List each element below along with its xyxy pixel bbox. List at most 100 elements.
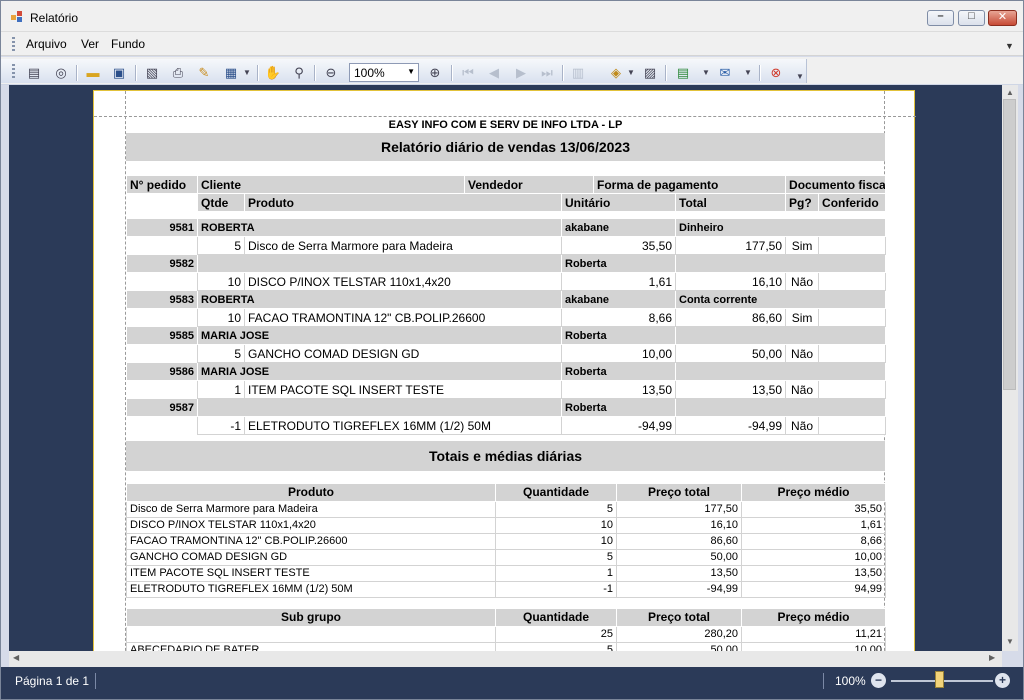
- cell-produto: ELETRODUTO TIGREFLEX 16MM (1/2) 50M: [126, 581, 496, 598]
- products-totals-table: Produto Quantidade Preço total Preço méd…: [126, 483, 886, 598]
- toolbar-overflow-icon[interactable]: ▼: [791, 68, 809, 86]
- export-icon[interactable]: ▤: [674, 64, 692, 82]
- save-icon[interactable]: ▣: [110, 64, 128, 82]
- maximize-button[interactable]: □: [958, 10, 985, 26]
- cell-sub-grupo: [126, 626, 496, 643]
- zoom-select[interactable]: 100% ▼: [349, 63, 419, 82]
- zoom-value: 100%: [354, 66, 385, 80]
- item-qty: 10: [197, 272, 245, 291]
- zoom-in-icon[interactable]: ⊕: [426, 64, 444, 82]
- orders-header-row-1: N° pedido Cliente Vendedor Forma de paga…: [126, 175, 887, 194]
- order-row: 9587 Roberta: [126, 398, 887, 417]
- scroll-down-icon[interactable]: ▼: [1006, 637, 1014, 646]
- menu-arquivo[interactable]: Arquivo: [26, 37, 67, 51]
- vertical-scrollbar[interactable]: ▲ ▼: [1002, 85, 1018, 651]
- header-quantidade: Quantidade: [495, 483, 617, 502]
- next-page-icon[interactable]: ▶: [512, 64, 530, 82]
- open-folder-icon[interactable]: ▬: [84, 64, 102, 82]
- toolbar-separator: [562, 65, 563, 81]
- email-dropdown-icon[interactable]: ▼: [739, 64, 757, 82]
- header-forma-pagamento: Forma de pagamento: [593, 175, 787, 194]
- close-preview-icon[interactable]: ⊗: [767, 64, 785, 82]
- cell-preco-total: 86,60: [616, 533, 742, 550]
- toolbar-separator: [665, 65, 666, 81]
- magnifier-icon[interactable]: ⚲: [290, 64, 308, 82]
- header-sub-grupo: Sub grupo: [126, 608, 496, 627]
- item-checked: [818, 416, 887, 435]
- cell-preco-total: 50,00: [616, 549, 742, 566]
- order-payment: Conta corrente: [675, 290, 887, 309]
- menu-overflow-icon[interactable]: ▼: [1005, 41, 1014, 51]
- zoom-in-icon[interactable]: +: [995, 673, 1010, 688]
- orders-table: N° pedido Cliente Vendedor Forma de paga…: [126, 175, 887, 435]
- table-row: Disco de Serra Marmore para Madeira 5 177,…: [126, 501, 886, 518]
- item-paid: Sim: [785, 236, 820, 255]
- order-row: 9585 MARIA JOSE Roberta: [126, 326, 887, 345]
- maximize-icon: □: [968, 10, 975, 22]
- watermark-icon[interactable]: ▨: [641, 64, 659, 82]
- table-row: FACAO TRAMONTINA 12" CB.POLIP.26600 10 86,…: [126, 533, 886, 550]
- background-color-dropdown-icon[interactable]: ▼: [622, 64, 640, 82]
- header-documento-fiscal: Documento fiscal: [785, 175, 887, 194]
- order-item-row: 1 ITEM PACOTE SQL INSERT TESTE 13,50 13,…: [126, 380, 887, 399]
- order-client: ROBERTA: [196, 218, 563, 237]
- zoom-out-icon[interactable]: −: [871, 673, 886, 688]
- cell-preco-total: 13,50: [616, 565, 742, 582]
- cell-produto: Disco de Serra Marmore para Madeira: [126, 501, 496, 518]
- email-icon[interactable]: ✉: [716, 64, 734, 82]
- menu-ver[interactable]: Ver: [81, 37, 99, 51]
- cell-quantidade: 1: [495, 565, 617, 582]
- order-item-row: 5 GANCHO COMAD DESIGN GD 10,00 50,00 Não: [126, 344, 887, 363]
- order-payment: [675, 398, 887, 417]
- item-unit-price: -94,99: [561, 416, 677, 435]
- item-product: GANCHO COMAD DESIGN GD: [243, 344, 563, 363]
- previous-page-icon[interactable]: ◀: [485, 64, 503, 82]
- item-unit-price: 8,66: [561, 308, 677, 327]
- header-preco-medio: Preço médio: [741, 608, 886, 627]
- report-viewport[interactable]: EASY INFO COM E SERV DE INFO LTDA - LP R…: [9, 85, 1002, 651]
- order-row: 9581 ROBERTA akabane Dinheiro: [126, 218, 887, 237]
- close-button[interactable]: ✕: [988, 10, 1017, 26]
- item-unit-price: 10,00: [561, 344, 677, 363]
- document-map-icon[interactable]: ▤: [25, 64, 43, 82]
- scroll-right-icon[interactable]: ▶: [989, 653, 995, 662]
- export-dropdown-icon[interactable]: ▼: [697, 64, 715, 82]
- cell-preco-medio: 10,00: [741, 642, 886, 651]
- item-qty: 5: [197, 236, 245, 255]
- zoom-out-icon[interactable]: ⊖: [322, 64, 340, 82]
- multiple-pages-dropdown-icon[interactable]: ▼: [238, 64, 256, 82]
- last-page-icon[interactable]: ⏭: [538, 64, 556, 82]
- multipage-layout-icon[interactable]: ▥: [569, 64, 587, 82]
- horizontal-scrollbar[interactable]: ◀ ▶: [9, 651, 1002, 667]
- order-id: 9581: [126, 218, 198, 237]
- header-preco-total: Preço total: [616, 608, 742, 627]
- item-qty: -1: [197, 416, 245, 435]
- item-total: 177,50: [675, 236, 787, 255]
- order-row: 9583 ROBERTA akabane Conta corrente: [126, 290, 887, 309]
- cell-preco-total: 280,20: [616, 626, 742, 643]
- hand-tool-icon[interactable]: ✋: [264, 64, 282, 82]
- close-icon: ✕: [997, 11, 1008, 23]
- table-row: ELETRODUTO TIGREFLEX 16MM (1/2) 50M -1 -94…: [126, 581, 886, 598]
- page-setup-icon[interactable]: ▧: [143, 64, 161, 82]
- minimize-button[interactable]: –: [927, 10, 954, 26]
- cell-quantidade: 25: [495, 626, 617, 643]
- item-checked: [818, 236, 887, 255]
- search-binoculars-icon[interactable]: ◎: [52, 64, 70, 82]
- cell-preco-medio: 13,50: [741, 565, 886, 582]
- scroll-left-icon[interactable]: ◀: [13, 653, 19, 662]
- item-unit-price: 13,50: [561, 380, 677, 399]
- menu-fundo[interactable]: Fundo: [111, 37, 145, 51]
- scrollbar-thumb[interactable]: [1003, 99, 1016, 390]
- item-total: -94,99: [675, 416, 787, 435]
- scroll-up-icon[interactable]: ▲: [1006, 88, 1014, 97]
- print-preview-icon[interactable]: ✎: [195, 64, 213, 82]
- table-row: GANCHO COMAD DESIGN GD 5 50,00 10,00: [126, 549, 886, 566]
- print-icon[interactable]: ⎙: [169, 64, 187, 82]
- order-client: ROBERTA: [196, 290, 563, 309]
- first-page-icon[interactable]: ⏮: [459, 64, 477, 82]
- order-item-row: 10 DISCO P/INOX TELSTAR 110x1,4x20 1,61 …: [126, 272, 887, 291]
- page-indicator: Página 1 de 1: [15, 674, 90, 688]
- zoom-slider-thumb[interactable]: [935, 671, 944, 688]
